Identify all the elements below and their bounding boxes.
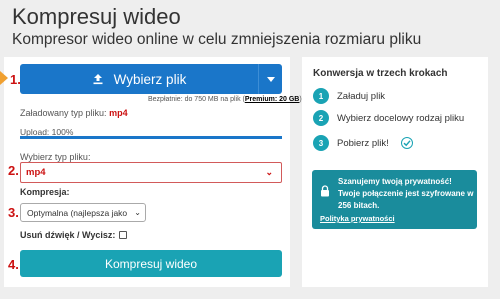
page-title: Kompresuj wideo (12, 4, 181, 29)
target-format-select[interactable]: mp4 ⌄ (20, 162, 282, 183)
privacy-notice: Szanujemy twoją prywatność! Twoje połącz… (312, 170, 477, 229)
limit-prefix: Bezpłatnie: do 750 MB na plik ( (148, 96, 245, 103)
limit-suffix: ) (299, 96, 302, 103)
step-number-badge: 1 (313, 88, 329, 104)
step-item: 2 Wybierz docelowy rodzaj pliku (313, 110, 464, 126)
privacy-text: Szanujemy twoją prywatność! Twoje połącz… (338, 177, 474, 210)
lock-icon (321, 185, 329, 197)
step-marker-2: 2. (8, 163, 19, 178)
target-format-value: mp4 (26, 167, 46, 178)
compression-label: Kompresja: (20, 187, 70, 197)
step-marker-4: 4. (8, 257, 19, 272)
remove-audio-option: Usuń dźwięk / Wycisz: (20, 230, 128, 240)
step-label: Wybierz docelowy rodzaj pliku (337, 112, 465, 124)
upload-source-dropdown[interactable] (258, 64, 282, 94)
target-format-label: Wybierz typ pliku: (20, 152, 91, 162)
compression-value: Optymalna (najlepsza jako (27, 207, 128, 218)
chevron-down-icon: ⌄ (265, 167, 273, 177)
step-marker-3: 3. (8, 205, 19, 220)
loaded-file-type-value: mp4 (109, 108, 128, 118)
step-item: 3 Pobierz plik! (313, 135, 413, 151)
step-label: Załaduj plik (337, 90, 386, 102)
choose-file-label: Wybierz plik (113, 71, 187, 87)
step-item: 1 Załaduj plik (313, 88, 385, 104)
loaded-file-type: Załadowany typ pliku: mp4 (20, 108, 128, 118)
page-subtitle: Kompresor wideo online w celu zmniejszen… (12, 31, 422, 48)
step-number-badge: 3 (313, 135, 329, 151)
privacy-policy-link[interactable]: Polityka prywatności (320, 214, 395, 223)
chevron-down-icon (266, 76, 275, 82)
choose-file-button[interactable]: Wybierz plik (20, 64, 282, 94)
arrow-pointer-icon (0, 71, 8, 85)
compression-select[interactable]: Optymalna (najlepsza jako ⌄ (20, 203, 146, 222)
upload-icon (93, 74, 103, 85)
remove-audio-label: Usuń dźwięk / Wycisz: (20, 230, 116, 240)
remove-audio-checkbox[interactable] (119, 231, 128, 239)
upload-progress-bar (20, 136, 282, 139)
compress-video-button[interactable]: Kompresuj wideo (20, 250, 282, 277)
step-number-badge: 2 (313, 110, 329, 126)
file-size-limit: Bezpłatnie: do 750 MB na plik (Premium: … (148, 96, 302, 103)
premium-link[interactable]: Premium: 20 GB (245, 96, 299, 103)
check-circle-icon (400, 137, 413, 149)
steps-title: Konwersja w trzech krokach (313, 68, 448, 79)
upload-progress-fill (20, 136, 282, 139)
compress-video-label: Kompresuj wideo (104, 256, 198, 271)
choose-file-main[interactable]: Wybierz plik (20, 72, 258, 87)
chevron-down-icon: ⌄ (134, 208, 141, 217)
loaded-file-type-label: Załadowany typ pliku: (20, 108, 107, 118)
step-label: Pobierz plik! (337, 137, 389, 149)
